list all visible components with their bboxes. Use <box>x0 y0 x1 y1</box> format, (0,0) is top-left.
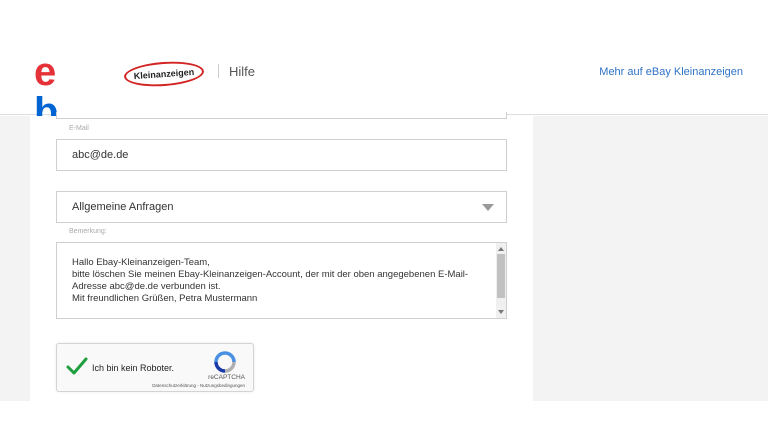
topic-select-value: Allgemeine Anfragen <box>72 201 174 213</box>
chevron-down-icon <box>482 204 494 211</box>
recaptcha-label: Ich bin kein Roboter. <box>92 363 175 373</box>
textarea-scrollbar[interactable] <box>496 243 506 318</box>
remark-text: Hallo Ebay-Kleinanzeigen-Team, bitte lös… <box>72 257 469 304</box>
remark-textarea[interactable]: Hallo Ebay-Kleinanzeigen-Team, bitte lös… <box>56 242 507 319</box>
header-divider <box>218 64 219 78</box>
recaptcha-logo-icon <box>214 351 236 373</box>
remark-label: Bemerkung: <box>69 228 107 235</box>
checkmark-icon[interactable] <box>66 356 88 376</box>
more-on-ebay-link[interactable]: Mehr auf eBay Kleinanzeigen <box>599 66 743 78</box>
scroll-up-arrow-icon[interactable] <box>498 247 504 251</box>
recaptcha-brand: reCAPTCHA <box>208 374 245 381</box>
email-field[interactable]: abc@de.de <box>56 139 507 171</box>
email-label: E-Mail <box>69 125 89 132</box>
scroll-down-arrow-icon[interactable] <box>498 310 504 314</box>
topic-select[interactable]: Allgemeine Anfragen <box>56 191 507 223</box>
page-title: Hilfe <box>229 64 256 79</box>
previous-input-edge <box>56 112 507 119</box>
recaptcha-widget: Ich bin kein Roboter. reCAPTCHA Datensch… <box>56 343 254 392</box>
scrollbar-thumb[interactable] <box>497 254 505 298</box>
kleinanzeigen-badge: Kleinanzeigen <box>123 59 205 89</box>
recaptcha-privacy-terms-links[interactable]: Datenschutzerklärung - Nutzungsbedingung… <box>152 383 245 388</box>
site-header: ebay Kleinanzeigen Hilfe Mehr auf eBay K… <box>0 0 768 212</box>
logo-letter-e: e <box>34 50 56 94</box>
